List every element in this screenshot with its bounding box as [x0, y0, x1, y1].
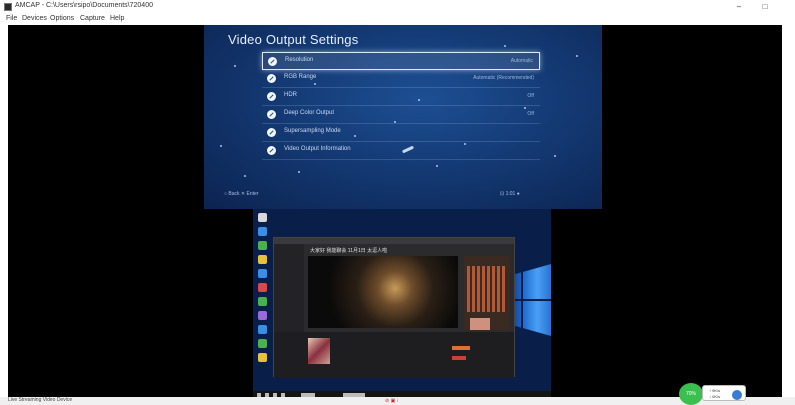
desktop-icon: [258, 241, 267, 250]
desktop-icon: [258, 255, 267, 264]
setting-rgb-range[interactable]: RGB Range Automatic (Recommended): [262, 70, 540, 88]
maximize-button[interactable]: □: [758, 1, 772, 13]
obs-window: 大家好 我能聊会 11月1日 太逗人啦: [273, 237, 515, 378]
upload-speed: ↑ 9K/s: [709, 388, 721, 393]
menu-options[interactable]: Options: [50, 15, 74, 22]
setting-label: Resolution: [285, 57, 314, 63]
globe-icon: [732, 390, 742, 400]
settings-icon: [267, 110, 276, 119]
desktop-icon: [258, 227, 267, 236]
setting-label: Deep Color Output: [284, 110, 335, 116]
desktop-icon: [258, 213, 267, 222]
setting-value: Automatic: [510, 58, 533, 64]
desktop-icon: [258, 353, 267, 362]
setting-label: Video Output Information: [284, 146, 351, 152]
settings-icon: [267, 74, 276, 83]
menu-capture[interactable]: Capture: [80, 15, 105, 22]
setting-label: Supersampling Mode: [284, 128, 341, 134]
menu-devices[interactable]: Devices: [22, 15, 47, 22]
setting-resolution[interactable]: Resolution Automatic: [262, 52, 540, 70]
record-button[interactable]: 70%: [679, 383, 703, 405]
setting-hdr[interactable]: HDR Off: [262, 88, 540, 106]
app-icon: [4, 3, 12, 11]
setting-label: RGB Range: [284, 74, 317, 80]
settings-list: Resolution Automatic RGB Range Automatic…: [262, 52, 540, 160]
desktop-icon: [258, 269, 267, 278]
desktop-icon: [258, 297, 267, 306]
ps4-footer-status: ⊡ 1:01 ●: [500, 191, 520, 197]
desktop-icon: [258, 339, 267, 348]
ps4-footer-controls: ○ Back ✕ Enter: [224, 191, 259, 197]
video-preview: Video Output Settings Resolution Automat…: [8, 25, 782, 399]
download-speed: ↓ 0K/s: [709, 394, 721, 399]
ps4-settings-screen: Video Output Settings Resolution Automat…: [204, 25, 602, 209]
desktop-icon: [258, 283, 267, 292]
desktop-icon: [258, 325, 267, 334]
settings-icon: [267, 92, 276, 101]
setting-value: Off: [527, 111, 534, 117]
settings-icon: [268, 57, 277, 66]
setting-video-output-information[interactable]: Video Output Information: [262, 142, 540, 160]
setting-supersampling-mode[interactable]: Supersampling Mode: [262, 124, 540, 142]
obs-caption: 大家好 我能聊会 11月1日 太逗人啦: [310, 248, 388, 254]
setting-value: Automatic (Recommended): [473, 75, 534, 81]
minimize-button[interactable]: –: [732, 1, 746, 13]
desktop-capture: 大家好 我能聊会 11月1日 太逗人啦: [253, 209, 551, 399]
setting-deep-color-output[interactable]: Deep Color Output Off: [262, 106, 540, 124]
desktop-icons: [257, 213, 269, 378]
obs-preview: [308, 256, 458, 328]
window-title: AMCAP - C:\Users\rsipo\Documents\720400: [15, 2, 153, 9]
settings-icon: [267, 146, 276, 155]
capture-controls[interactable]: ⊘ ▣ ⁝: [385, 398, 398, 404]
title-bar: AMCAP - C:\Users\rsipo\Documents\720400 …: [0, 0, 795, 14]
menu-help[interactable]: Help: [110, 15, 124, 22]
settings-icon: [267, 128, 276, 137]
obs-sources-panel: [274, 244, 304, 332]
desktop-icon: [258, 311, 267, 320]
obs-thumbnail: [308, 338, 330, 364]
setting-label: HDR: [284, 92, 297, 98]
page-title: Video Output Settings: [228, 32, 359, 47]
setting-value: Off: [527, 93, 534, 99]
status-text: Live Streaming Video Device: [8, 397, 73, 403]
menu-file[interactable]: File: [6, 15, 17, 22]
